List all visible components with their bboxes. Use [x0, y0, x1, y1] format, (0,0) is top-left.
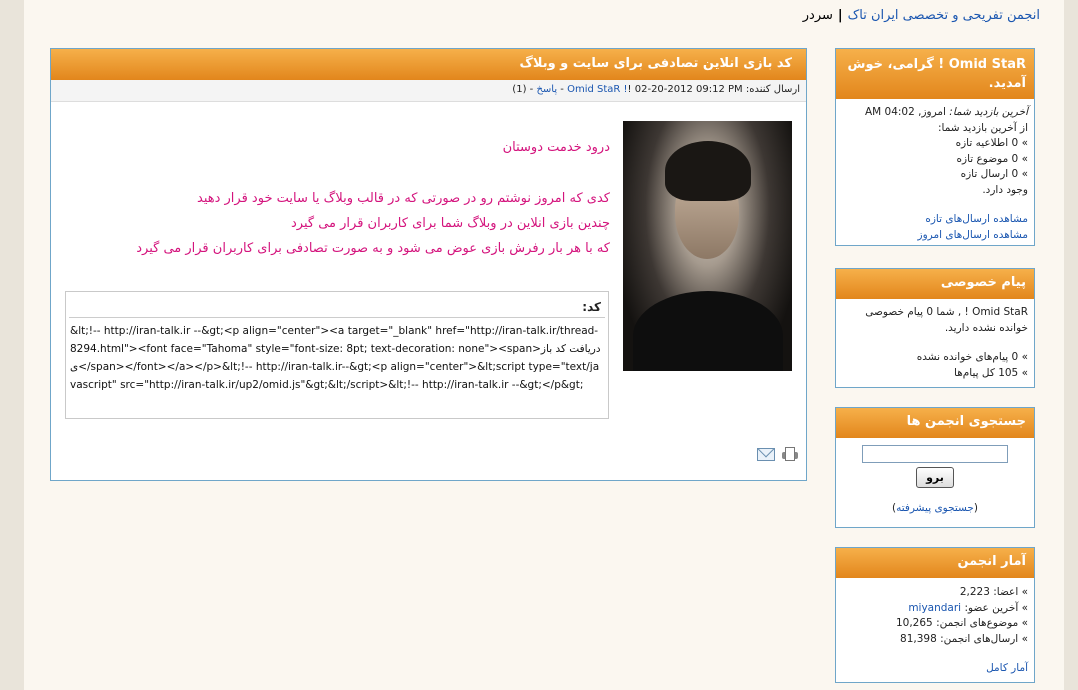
pm-unread[interactable]: » 0 پیام‌های خوانده نشده [842, 350, 1028, 366]
stats-newest-label: » آخرین عضو: [961, 601, 1028, 614]
post-line-3: که با هر بار رفرش بازی عوض می شود و به ص… [136, 241, 610, 256]
new-posts: » 0 ارسال تازه [960, 168, 1028, 180]
image-shirt [633, 291, 783, 371]
advanced-search: (جستجوی پیشرفته) [891, 502, 979, 514]
stats-members: » اعضا: 2,223 [959, 586, 1028, 598]
exists-text: وجود دارد. [982, 183, 1028, 196]
breadcrumb-forum-link[interactable]: انجمن تفریحی و تخصصی ایران تاک [848, 8, 1040, 23]
full-stats-link[interactable]: آمار کامل [986, 662, 1028, 674]
private-messages-panel: پیام خصوصی Omid StaR ! , شما 0 پیام خصوص… [835, 268, 1035, 388]
breadcrumb: انجمن تفریحی و تخصصی ایران تاک | سردر [803, 8, 1040, 23]
stats-newest-member-link[interactable]: miyandari [908, 602, 961, 614]
breadcrumb-current: سردر [802, 8, 833, 23]
post-reply-link[interactable]: پاسخ [536, 84, 557, 95]
last-visit-value: امروز, 04:02 AM [864, 106, 950, 118]
pm-summary: Omid StaR ! , شما 0 پیام خصوصی خوانده نش… [865, 306, 1028, 334]
pm-content: Omid StaR ! , شما 0 پیام خصوصی خوانده نش… [836, 299, 1034, 387]
advanced-search-link[interactable]: جستجوی پیشرفته [896, 502, 974, 514]
search-panel: جستجوی انجمن ها برو (جستجوی پیشرفته) [835, 407, 1035, 528]
post-meta: ارسال کننده: Omid StaR !! 02-20-2012 09:… [51, 80, 806, 102]
welcome-title: Omid StaR ! گرامی، خوش آمدید. [836, 49, 1034, 99]
post-title: کد بازی انلاین تصادفی برای سایت و وبلاگ [51, 49, 806, 80]
stats-posts: » ارسال‌های انجمن: 81,398 [900, 632, 1028, 645]
breadcrumb-separator: | [837, 8, 843, 23]
view-todays-posts-link[interactable]: مشاهده ارسال‌های امروز [918, 229, 1028, 241]
post-line-1: کدی که امروز نوشتم رو در صورتی که در قال… [197, 191, 610, 206]
post-line-2: چندین بازی انلاین در وبلاگ شما برای کارب… [291, 216, 610, 231]
post-image [623, 121, 792, 371]
last-visit-label: آخرین بازدید شما: [949, 106, 1028, 118]
page-margin-right [1064, 0, 1078, 690]
code-block: کد: &lt;!-- http://iran-talk.ir --&gt;<p… [65, 291, 609, 419]
search-input[interactable] [862, 445, 1008, 463]
view-new-posts-link[interactable]: مشاهده ارسال‌های تازه [925, 213, 1028, 225]
post-meta-prefix: ارسال کننده: [742, 84, 800, 95]
image-hair [665, 141, 751, 201]
post-panel: کد بازی انلاین تصادفی برای سایت و وبلاگ … [50, 48, 807, 481]
print-icon[interactable] [781, 447, 798, 461]
new-announcements: » 0 اطلاعیه تازه [955, 137, 1028, 149]
pm-title: پیام خصوصی [836, 269, 1034, 299]
new-threads: » 0 موضوع تازه [956, 152, 1028, 165]
forum-stats-panel: آمار انجمن » اعضا: 2,223 » آخرین عضو: mi… [835, 547, 1035, 683]
code-text[interactable]: &lt;!-- http://iran-talk.ir --&gt;<p ali… [66, 318, 608, 398]
post-actions [757, 447, 798, 461]
stats-threads: » موضوع‌های انجمن: 10,265 [895, 617, 1028, 629]
search-go-button[interactable]: برو [916, 467, 954, 488]
search-title: جستجوی انجمن ها [836, 408, 1034, 438]
email-icon[interactable] [757, 447, 775, 461]
since-last-visit: از آخرین بازدید شما: [937, 121, 1028, 134]
welcome-panel: Omid StaR ! گرامی، خوش آمدید. آخرین بازد… [835, 48, 1035, 246]
code-label: کد: [69, 292, 605, 318]
post-greeting: درود خدمت دوستان [502, 140, 610, 155]
post-reply-count: - (1) [512, 84, 537, 95]
page-margin-left [0, 0, 24, 690]
welcome-content: آخرین بازدید شما: امروز, 04:02 AM از آخر… [836, 99, 1034, 249]
pm-total[interactable]: » 105 کل پیام‌ها [842, 366, 1028, 382]
stats-content: » اعضا: 2,223 » آخرین عضو: miyandari » م… [836, 578, 1034, 684]
stats-title: آمار انجمن [836, 548, 1034, 578]
post-author-link[interactable]: Omid StaR ! [567, 84, 627, 95]
post-body: درود خدمت دوستان کدی که امروز نوشتم رو د… [50, 135, 610, 261]
